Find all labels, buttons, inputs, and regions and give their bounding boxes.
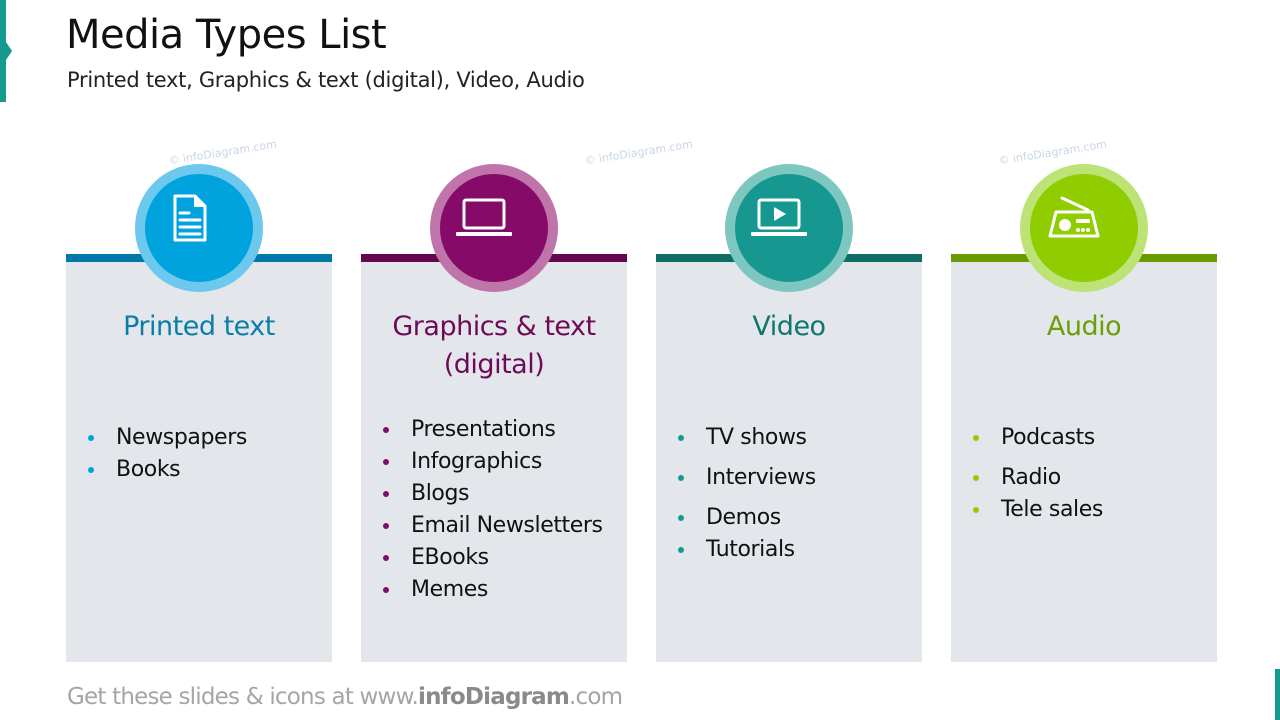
bullet-icon — [678, 515, 684, 521]
card-title: Printed text — [123, 311, 275, 342]
watermark: © infoDiagram.com — [167, 137, 278, 168]
bullet-icon — [678, 547, 684, 553]
list-item: TV shows — [678, 422, 816, 454]
list-item: Memes — [383, 574, 603, 606]
card-video: Video TV shows Interviews Demos Tutorial… — [656, 254, 922, 662]
bullet-icon — [383, 523, 389, 529]
watermark: © infoDiagram.com — [583, 137, 694, 168]
card-title: Video — [752, 311, 826, 342]
list-item: Podcasts — [973, 422, 1103, 454]
bullet-icon — [383, 427, 389, 433]
document-icon — [173, 194, 207, 242]
card-printed-text: Printed text Newspapers Books — [66, 254, 332, 662]
page-subtitle: Printed text, Graphics & text (digital),… — [67, 68, 585, 92]
card-list: Presentations Infographics Blogs Email N… — [361, 414, 603, 606]
footer-credit: Get these slides & icons at www.infoDiag… — [67, 684, 623, 710]
card-graphics-text: Graphics & text (digital) Presentations … — [361, 254, 627, 662]
list-item: Tutorials — [678, 534, 816, 566]
list-item: Books — [88, 454, 247, 486]
card-list: TV shows Interviews Demos Tutorials — [656, 422, 816, 566]
bullet-icon — [88, 467, 94, 473]
radio-icon-badge — [1020, 164, 1148, 292]
bullet-icon — [383, 459, 389, 465]
list-item: Tele sales — [973, 494, 1103, 526]
bullet-icon — [973, 475, 979, 481]
list-item: Interviews — [678, 462, 816, 494]
card-title: Audio — [1046, 311, 1122, 342]
card-title: Graphics & text (digital) — [392, 311, 596, 380]
document-icon-badge — [135, 164, 263, 292]
bullet-icon — [88, 435, 94, 441]
left-accent-bar — [0, 0, 12, 102]
laptop-icon — [456, 198, 512, 236]
list-item: EBooks — [383, 542, 603, 574]
watermark: © infoDiagram.com — [997, 137, 1108, 168]
list-item: Infographics — [383, 446, 603, 478]
video-laptop-icon-badge — [725, 164, 853, 292]
list-item: Demos — [678, 502, 816, 534]
list-item: Blogs — [383, 478, 603, 510]
bullet-icon — [973, 507, 979, 513]
bullet-icon — [383, 555, 389, 561]
footer-brand[interactable]: infoDiagram — [418, 684, 570, 710]
list-item: Presentations — [383, 414, 603, 446]
bullet-icon — [973, 435, 979, 441]
bullet-icon — [678, 435, 684, 441]
laptop-icon-badge — [430, 164, 558, 292]
video-laptop-icon — [751, 198, 807, 236]
bullet-icon — [678, 475, 684, 481]
card-audio: Audio Podcasts Radio Tele sales — [951, 254, 1217, 662]
bullet-icon — [383, 587, 389, 593]
list-item: Email Newsletters — [383, 510, 603, 542]
card-list: Newspapers Books — [66, 422, 247, 486]
list-item: Newspapers — [88, 422, 247, 454]
card-list: Podcasts Radio Tele sales — [951, 422, 1103, 526]
radio-icon — [1048, 196, 1100, 238]
right-accent-bar — [1275, 669, 1280, 720]
page-title: Media Types List — [66, 12, 387, 58]
bullet-icon — [383, 491, 389, 497]
list-item: Radio — [973, 462, 1103, 494]
